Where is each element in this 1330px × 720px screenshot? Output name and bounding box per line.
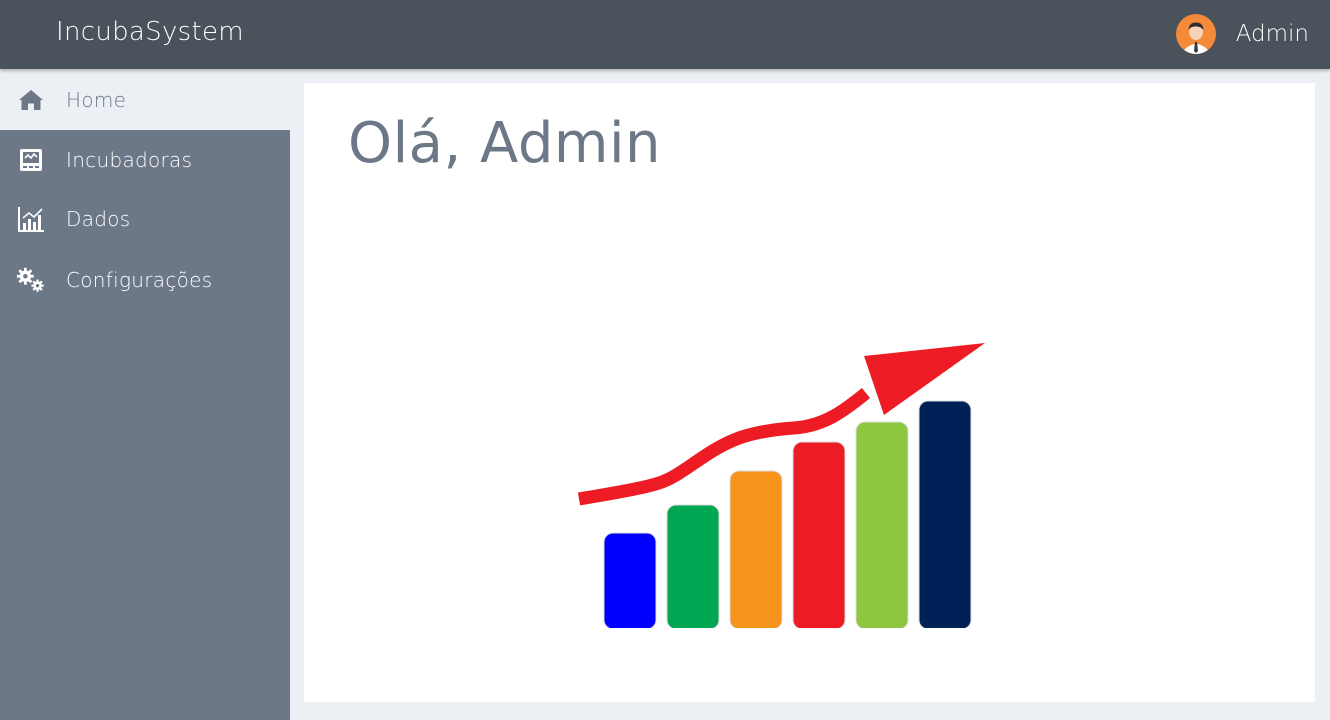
sidebar-item-dados[interactable]: Dados	[0, 189, 290, 248]
sidebar-item-configuracoes[interactable]: Configurações	[0, 248, 290, 312]
incubator-icon	[16, 145, 46, 175]
chart-icon	[16, 204, 46, 234]
user-name[interactable]: Admin	[1236, 21, 1309, 47]
growth-chart-illustration	[577, 343, 985, 633]
sidebar-item-label: Home	[66, 87, 127, 112]
illustration-bar	[855, 421, 909, 630]
sidebar: Home Incubadoras Dados Configurações	[0, 69, 290, 720]
main-content: Olá, Admin	[304, 83, 1315, 702]
illustration-bar	[792, 441, 846, 630]
user-menu[interactable]: Admin	[1175, 14, 1309, 54]
sidebar-item-label: Dados	[66, 206, 131, 231]
illustration-bar	[603, 532, 657, 630]
sidebar-item-label: Configurações	[66, 268, 213, 292]
sidebar-item-incubadoras[interactable]: Incubadoras	[0, 130, 290, 189]
home-icon	[16, 85, 46, 115]
top-bar: IncubaSystem Admin	[0, 0, 1330, 69]
sidebar-item-home[interactable]: Home	[0, 69, 290, 130]
illustration-bar	[666, 504, 720, 630]
sidebar-item-label: Incubadoras	[66, 147, 193, 172]
avatar-icon[interactable]	[1175, 14, 1216, 54]
gears-icon	[16, 265, 46, 295]
page-title: Olá, Admin	[348, 111, 662, 176]
illustration-bar	[918, 400, 972, 630]
brand-title[interactable]: IncubaSystem	[56, 17, 244, 47]
illustration-bar	[729, 470, 783, 630]
